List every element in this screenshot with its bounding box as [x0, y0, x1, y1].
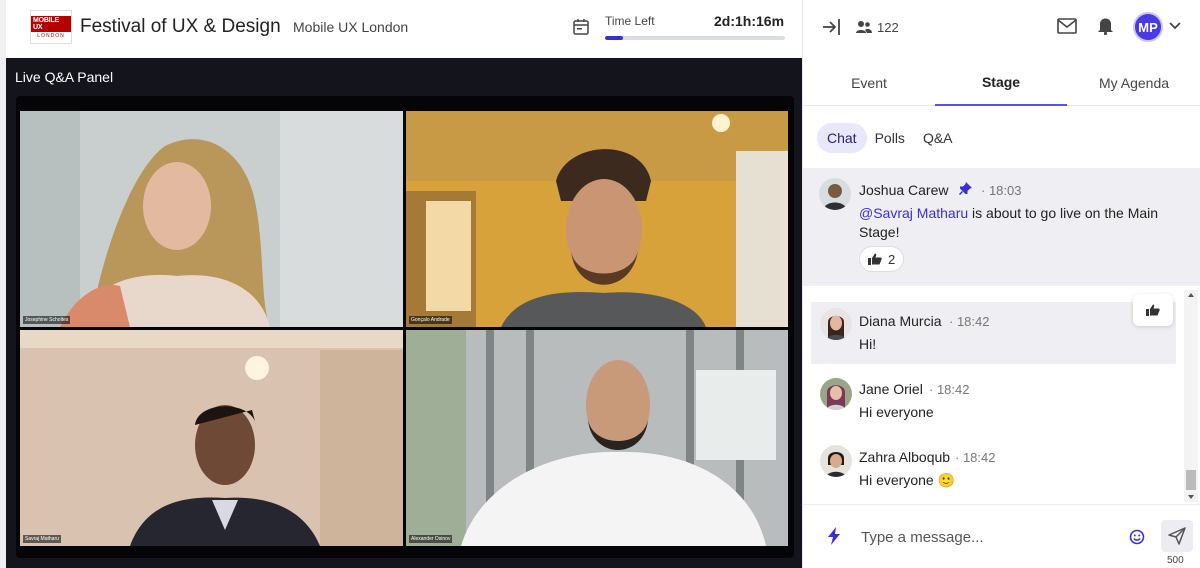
event-header: MOBILE UX LONDON Festival of UX & Design… [6, 0, 802, 58]
message-author[interactable]: Diana Murcia [859, 313, 941, 329]
emoji-icon[interactable] [1129, 529, 1145, 545]
exit-icon[interactable] [821, 17, 841, 37]
bell-icon[interactable] [1097, 16, 1114, 35]
thumbs-up-icon [1146, 304, 1160, 316]
message-time-value: 18:42 [962, 450, 996, 465]
avatar[interactable] [820, 378, 852, 410]
subtab-chat[interactable]: Chat [817, 123, 867, 153]
participant-name: Alexander Osinov [409, 535, 453, 543]
reaction-chip[interactable]: 2 [859, 246, 905, 272]
subtab-qa[interactable]: Q&A [913, 123, 963, 153]
video-tile[interactable]: Alexander Osinov [406, 330, 788, 546]
message-author[interactable]: Joshua Carew [859, 182, 949, 198]
message-text: Hi everyone 🙂 [859, 472, 956, 488]
mention-link[interactable]: @Savraj Matharu [859, 205, 968, 221]
sub-tabs: Chat Polls Q&A [817, 122, 963, 154]
message-text-rest: is about to go live on the Main [968, 205, 1159, 221]
message-time: · 18:42 [955, 450, 996, 465]
bolt-icon[interactable] [827, 527, 841, 545]
message-time: · 18:42 [949, 314, 990, 329]
video-grid: Josephine Scholtes Gonçalo Andrade Savra… [18, 111, 788, 546]
people-icon [856, 21, 872, 33]
participant-video [20, 111, 403, 327]
participant-video [20, 330, 403, 546]
scroll-up-icon[interactable] [1187, 291, 1195, 299]
thumbs-up-icon [868, 253, 882, 265]
scroll-thumb[interactable] [1186, 470, 1196, 490]
top-bar: 122 MP [803, 0, 1200, 56]
send-icon [1168, 527, 1186, 545]
message-text: Hi! [859, 336, 877, 352]
logo-text-line2: LONDON [37, 32, 65, 39]
chevron-down-icon[interactable] [1169, 21, 1181, 31]
time-progress-bar [605, 36, 785, 40]
time-progress-fill [605, 36, 623, 40]
event-title: Festival of UX & Design [80, 16, 281, 37]
mail-icon[interactable] [1057, 17, 1077, 35]
panel-title: Live Q&A Panel [15, 69, 114, 85]
time-left-value: 2d:1h:16m [714, 13, 785, 29]
character-limit: 500 [1167, 555, 1184, 566]
message-time: · 18:42 [929, 382, 970, 397]
message-author[interactable]: Zahra Alboqub [859, 449, 950, 465]
video-tile[interactable]: Gonçalo Andrade [406, 111, 788, 327]
chat-message[interactable]: Zahra Alboqub · 18:42 Hi everyone 🙂 [811, 438, 1176, 500]
tab-my-agenda[interactable]: My Agenda [1067, 60, 1200, 106]
pin-icon [959, 182, 972, 195]
tab-stage[interactable]: Stage [935, 60, 1067, 106]
send-button[interactable] [1161, 520, 1193, 552]
message-time: · 18:03 [981, 183, 1022, 198]
avatar[interactable] [819, 178, 851, 210]
participant-name: Josephine Scholtes [23, 316, 71, 324]
logo-text-line1: MOBILE UX [31, 15, 71, 32]
message-text: Hi everyone [859, 404, 934, 420]
message-text-line2: Stage! [859, 224, 900, 240]
video-tile[interactable]: Savraj Matharu [20, 330, 403, 546]
panel-tabs: Event Stage My Agenda [803, 60, 1200, 106]
video-tile[interactable]: Josephine Scholtes [20, 111, 403, 327]
message-author[interactable]: Jane Oriel [859, 381, 923, 397]
pinned-message: Joshua Carew · 18:03 @Savraj Matharu is … [803, 168, 1200, 286]
message-time-value: 18:42 [956, 314, 990, 329]
event-logo[interactable]: MOBILE UX LONDON [30, 10, 72, 44]
side-panel: 122 MP Event Stage My Agenda Chat Polls … [802, 0, 1200, 568]
user-avatar[interactable]: MP [1133, 12, 1163, 42]
participant-video [406, 111, 788, 327]
reaction-count: 2 [888, 251, 896, 267]
message-composer: 500 [803, 504, 1200, 568]
participant-video [406, 330, 788, 546]
message-text: @Savraj Matharu is about to go live on t… [859, 204, 1189, 242]
event-organizer[interactable]: Mobile UX London [293, 19, 408, 35]
avatar[interactable] [820, 308, 852, 340]
participant-name: Gonçalo Andrade [409, 316, 452, 324]
message-input[interactable] [861, 521, 1121, 553]
calendar-icon [573, 19, 589, 35]
chat-message[interactable]: Diana Murcia · 18:42 Hi! [811, 302, 1176, 364]
subtab-polls[interactable]: Polls [865, 123, 915, 153]
participant-name: Savraj Matharu [23, 535, 61, 543]
message-time-value: 18:42 [936, 382, 970, 397]
message-time-value: 18:03 [988, 183, 1022, 198]
tab-event[interactable]: Event [803, 60, 935, 106]
time-left-label: Time Left [605, 14, 655, 28]
like-button[interactable] [1133, 294, 1173, 326]
chat-scrollbar[interactable] [1184, 290, 1198, 502]
attendee-count: 122 [877, 20, 899, 35]
chat-message[interactable]: Jane Oriel · 18:42 Hi everyone [811, 370, 1176, 432]
avatar[interactable] [820, 445, 852, 477]
scroll-down-icon[interactable] [1187, 493, 1195, 501]
